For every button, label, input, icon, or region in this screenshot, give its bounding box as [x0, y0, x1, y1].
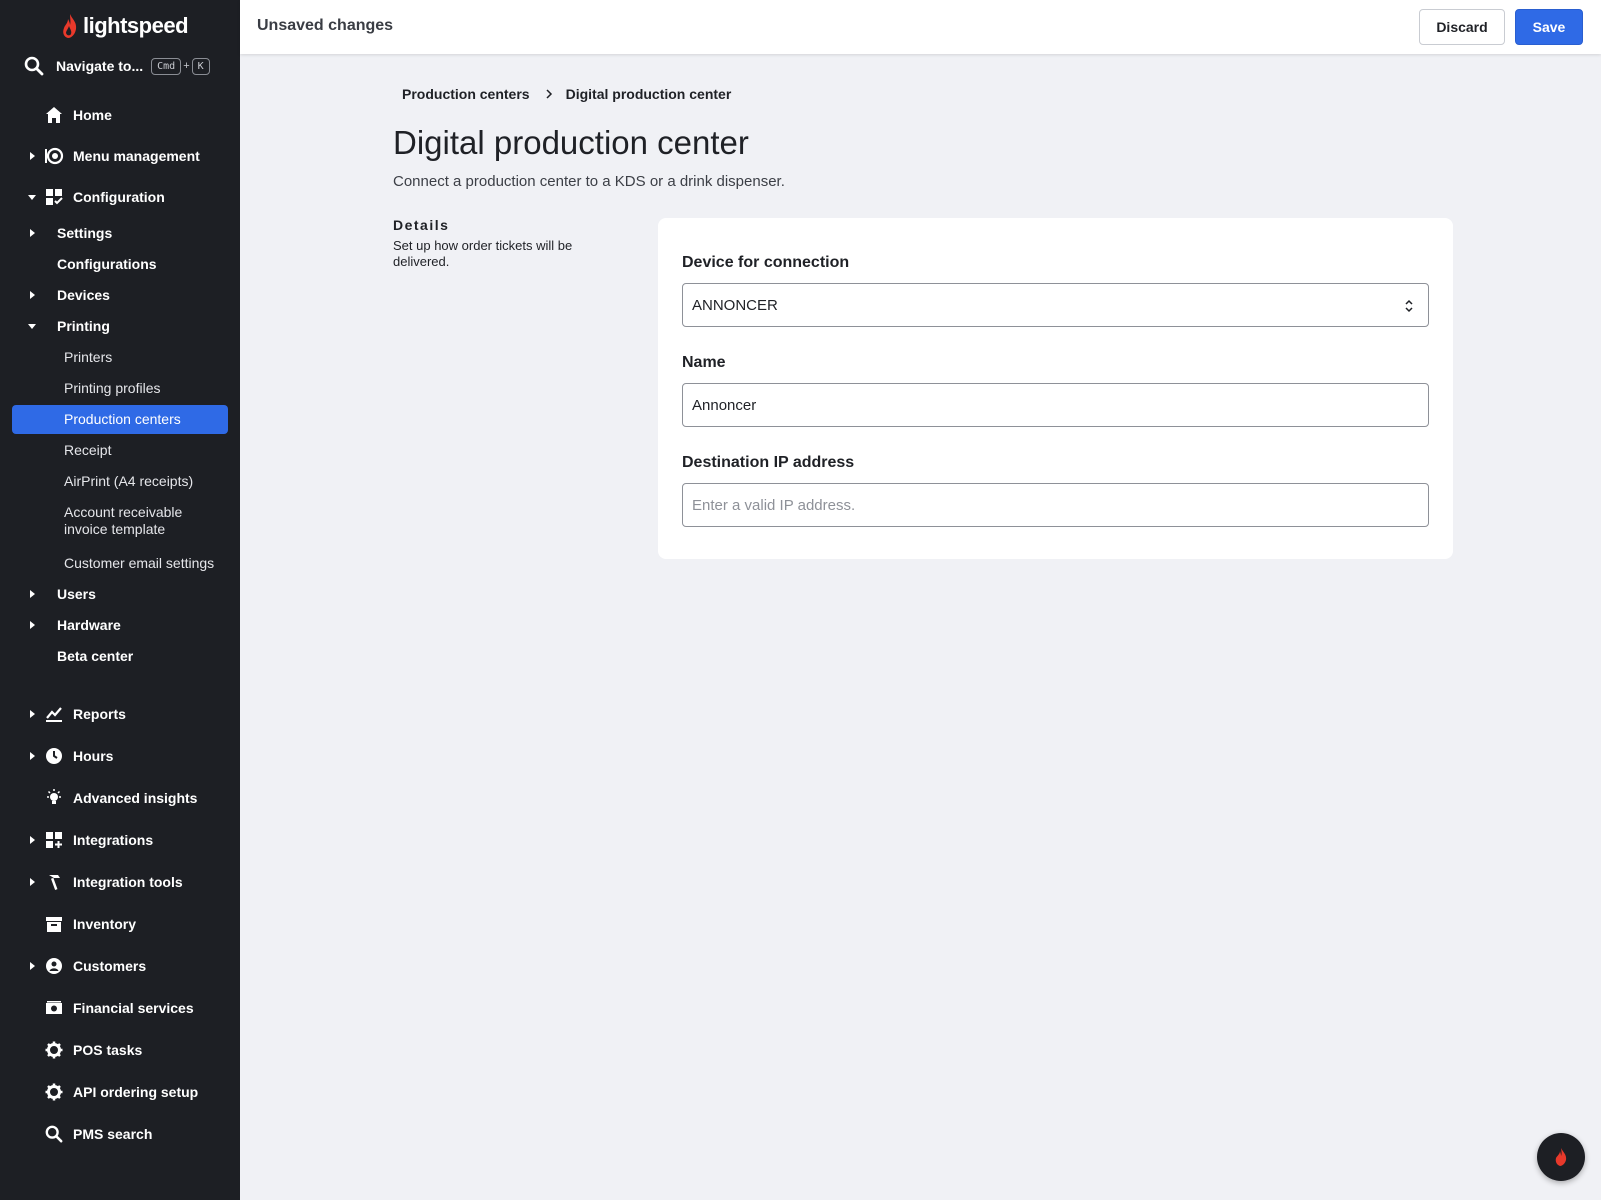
- lightbulb-icon: [44, 788, 64, 808]
- search-icon: [44, 1124, 64, 1144]
- top-bar: Unsaved changes Discard Save: [240, 0, 1601, 54]
- caret-right-icon: [30, 291, 35, 299]
- clock-icon: [44, 746, 64, 766]
- sidebar-item-customers[interactable]: Customers: [0, 954, 240, 978]
- page-title: Digital production center: [393, 124, 749, 161]
- sidebar-item-pms-search[interactable]: PMS search: [0, 1122, 240, 1146]
- caret-right-icon: [30, 962, 35, 970]
- sidebar-item-receipt[interactable]: Receipt: [0, 439, 240, 461]
- name-label: Name: [682, 354, 726, 371]
- breadcrumb-current: Digital production center: [565, 86, 732, 102]
- caret-right-icon: [30, 152, 35, 160]
- home-icon: [44, 105, 64, 125]
- sidebar-item-printing[interactable]: Printing: [0, 315, 240, 337]
- sidebar-item-hours[interactable]: Hours: [0, 744, 240, 768]
- sidebar-item-customer-email-settings[interactable]: Customer email settings: [0, 552, 240, 574]
- customer-icon: [44, 956, 64, 976]
- sidebar-item-label-line2: invoice template: [64, 521, 166, 537]
- inventory-icon: [44, 914, 64, 934]
- sidebar-item-configuration[interactable]: Configuration: [0, 185, 240, 209]
- flame-logo-icon: [63, 14, 77, 38]
- chevron-right-icon: [546, 89, 552, 99]
- sidebar-item-beta-center[interactable]: Beta center: [0, 645, 240, 667]
- details-description: Set up how order tickets will be deliver…: [393, 238, 573, 269]
- navigate-search[interactable]: Navigate to... Cmd + K: [24, 54, 210, 78]
- sidebar-item-home[interactable]: Home: [0, 103, 240, 127]
- sidebar-item-integrations[interactable]: Integrations: [0, 828, 240, 852]
- gear-icon: [44, 1082, 64, 1102]
- navigate-label: Navigate to...: [56, 58, 144, 74]
- device-for-connection-label: Device for connection: [682, 254, 850, 271]
- device-for-connection-select[interactable]: ANNONCER: [682, 283, 1429, 327]
- brand-name: lightspeed: [83, 13, 189, 38]
- breadcrumb-parent-link[interactable]: Production centers: [402, 86, 530, 102]
- menu-management-icon: [44, 146, 64, 166]
- caret-down-icon: [28, 195, 36, 200]
- kbd-plus: +: [183, 60, 190, 72]
- sidebar-item-configurations[interactable]: Configurations: [0, 253, 240, 275]
- caret-right-icon: [30, 229, 35, 237]
- hammer-icon: [44, 872, 64, 892]
- sidebar-item-hardware[interactable]: Hardware: [0, 614, 240, 636]
- sidebar-item-printers[interactable]: Printers: [0, 346, 240, 368]
- ip-input-placeholder: Enter a valid IP address.: [692, 496, 856, 514]
- caret-right-icon: [30, 878, 35, 886]
- sidebar-item-production-centers[interactable]: Production centers: [0, 408, 240, 430]
- sidebar-item-printing-profiles[interactable]: Printing profiles: [0, 377, 240, 399]
- destination-ip-input[interactable]: Enter a valid IP address.: [682, 483, 1429, 527]
- kbd-cmd: Cmd: [151, 57, 182, 75]
- sidebar-item-api-ordering-setup[interactable]: API ordering setup: [0, 1080, 240, 1104]
- name-input-value: Annoncer: [692, 396, 757, 414]
- sidebar-item-inventory[interactable]: Inventory: [0, 912, 240, 936]
- unsaved-changes-label: Unsaved changes: [257, 17, 394, 34]
- kbd-k: K: [191, 57, 210, 75]
- caret-right-icon: [30, 590, 35, 598]
- sidebar-item-integration-tools[interactable]: Integration tools: [0, 870, 240, 894]
- discard-button[interactable]: Discard: [1419, 9, 1505, 45]
- sidebar: lightspeed Navigate to... Cmd + K Home M…: [0, 0, 240, 1200]
- caret-right-icon: [30, 710, 35, 718]
- sidebar-item-devices[interactable]: Devices: [0, 284, 240, 306]
- breadcrumb: Production centers Digital production ce…: [402, 86, 731, 102]
- integrations-icon: [44, 830, 64, 850]
- cash-icon: [44, 998, 64, 1018]
- configuration-icon: [44, 187, 64, 207]
- caret-right-icon: [30, 836, 35, 844]
- flame-icon: [1555, 1148, 1567, 1166]
- caret-right-icon: [30, 621, 35, 629]
- save-button[interactable]: Save: [1515, 9, 1583, 45]
- sidebar-item-reports[interactable]: Reports: [0, 702, 240, 726]
- sidebar-item-settings[interactable]: Settings: [0, 222, 240, 244]
- search-icon: [24, 56, 44, 76]
- help-chat-button[interactable]: [1537, 1133, 1585, 1181]
- reports-icon: [44, 704, 64, 724]
- name-input[interactable]: Annoncer: [682, 383, 1429, 427]
- gear-icon: [44, 1040, 64, 1060]
- caret-down-icon: [28, 324, 36, 329]
- caret-right-icon: [30, 752, 35, 760]
- select-arrows-icon: [1405, 299, 1413, 313]
- sidebar-item-pos-tasks[interactable]: POS tasks: [0, 1038, 240, 1062]
- destination-ip-label: Destination IP address: [682, 454, 855, 471]
- lightspeed-logo[interactable]: lightspeed: [61, 11, 189, 41]
- details-heading: Details: [393, 217, 450, 233]
- sidebar-item-airprint[interactable]: AirPrint (A4 receipts): [0, 470, 240, 492]
- sidebar-item-advanced-insights[interactable]: Advanced insights: [0, 786, 240, 810]
- sidebar-item-menu-management[interactable]: Menu management: [0, 144, 240, 168]
- sidebar-item-label-line1: Account receivable: [64, 504, 183, 520]
- sidebar-item-account-receivable-invoice-template[interactable]: Account receivable invoice template: [0, 504, 240, 540]
- page-subtitle: Connect a production center to a KDS or …: [393, 173, 785, 190]
- device-select-value: ANNONCER: [692, 296, 778, 314]
- sidebar-item-financial-services[interactable]: Financial services: [0, 996, 240, 1020]
- details-card: Device for connection ANNONCER Name Anno…: [658, 218, 1453, 559]
- sidebar-item-users[interactable]: Users: [0, 583, 240, 605]
